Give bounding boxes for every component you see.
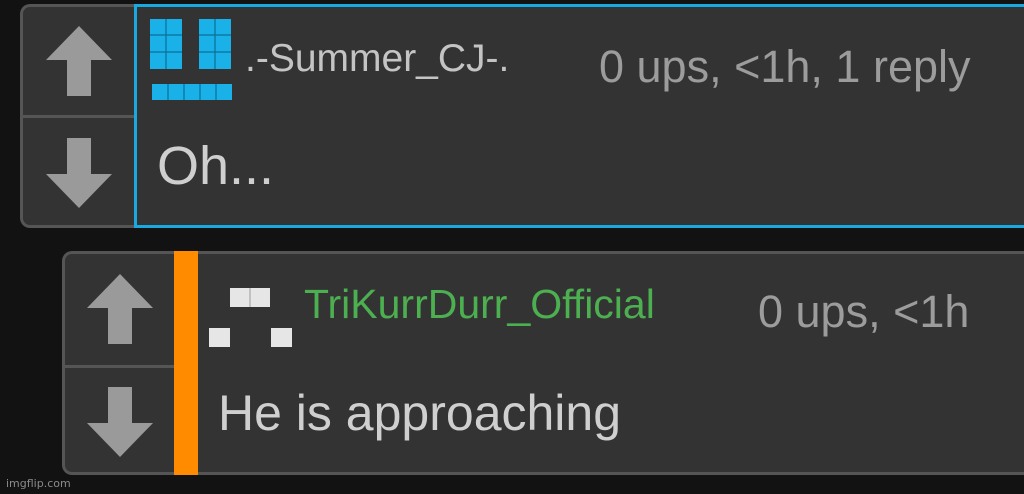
- blue-face-icon[interactable]: [150, 19, 234, 103]
- upvote-button[interactable]: [65, 254, 174, 364]
- reply-accent-bar: [174, 251, 198, 475]
- comment-text: Oh...: [157, 136, 275, 196]
- up-arrow-icon: [45, 26, 112, 96]
- comment-meta: 0 ups, <1h, 1 reply: [599, 41, 971, 92]
- comment-body: TriKurrDurr_Official 0 ups, <1h He is ap…: [198, 251, 1024, 475]
- comment-text: He is approaching: [218, 385, 622, 441]
- watermark: imgflip.com: [6, 477, 71, 490]
- downvote-button[interactable]: [65, 368, 174, 472]
- comment-meta: 0 ups, <1h: [758, 286, 970, 337]
- down-arrow-icon: [86, 386, 153, 457]
- comment-username[interactable]: .-Summer_CJ-.: [245, 37, 509, 81]
- vote-column: [20, 4, 134, 228]
- comment-2: TriKurrDurr_Official 0 ups, <1h He is ap…: [62, 251, 1024, 475]
- up-arrow-icon: [86, 274, 153, 344]
- upvote-button[interactable]: [23, 7, 134, 115]
- comment-username[interactable]: TriKurrDurr_Official: [304, 281, 655, 328]
- comment-body: .-Summer_CJ-. 0 ups, <1h, 1 reply Oh...: [134, 4, 1024, 228]
- down-arrow-icon: [45, 138, 112, 208]
- downvote-button[interactable]: [23, 118, 134, 225]
- comment-1: .-Summer_CJ-. 0 ups, <1h, 1 reply Oh...: [20, 4, 1024, 230]
- vote-column: [62, 251, 174, 475]
- white-face-icon[interactable]: [209, 288, 293, 352]
